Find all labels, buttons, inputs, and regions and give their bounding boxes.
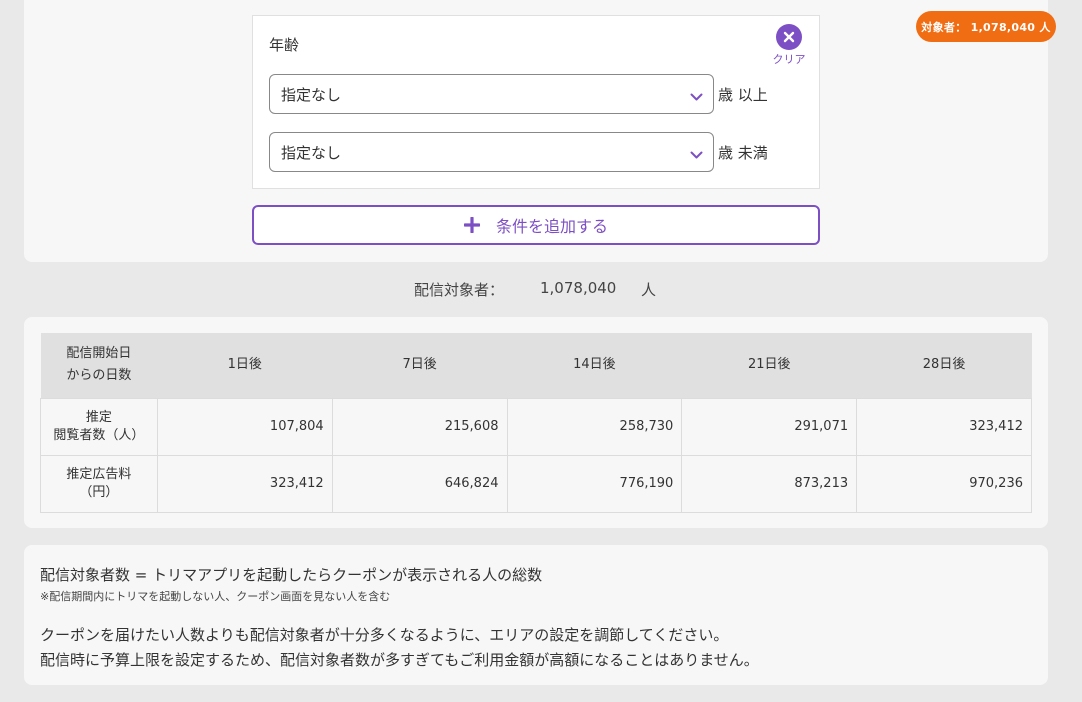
column-header: 14日後 bbox=[507, 333, 682, 398]
row-header: 推定 閲覧者数（人） bbox=[40, 397, 158, 456]
age-filter-panel: 年齢 クリア 指定なし 歳 以上 指定なし 歳 未満 bbox=[252, 15, 820, 189]
table-cell: 646,824 bbox=[331, 454, 508, 513]
table-corner-header: 配信開始日 からの日数 bbox=[40, 333, 158, 398]
table-cell: 776,190 bbox=[506, 454, 683, 513]
age-min-value: 指定なし bbox=[281, 85, 342, 104]
definition-text: 配信対象者数 = トリマアプリを起動したらクーポンが表示される人の総数 bbox=[40, 566, 543, 584]
clear-label: クリア bbox=[772, 53, 806, 66]
age-max-suffix: 歳 未満 bbox=[718, 144, 768, 162]
column-header: 21日後 bbox=[681, 333, 857, 398]
column-header: 7日後 bbox=[332, 333, 507, 398]
target-summary-unit: 人 bbox=[641, 281, 657, 299]
table-cell: 323,412 bbox=[856, 397, 1032, 456]
table-cell: 970,236 bbox=[856, 454, 1032, 513]
table-cell: 291,071 bbox=[681, 397, 858, 456]
age-min-suffix: 歳 以上 bbox=[718, 86, 768, 104]
chevron-down-icon bbox=[690, 146, 703, 164]
age-max-select[interactable]: 指定なし bbox=[269, 132, 714, 172]
advice-text: 配信時に予算上限を設定するため、配信対象者数が多すぎてもご利用金額が高額になるこ… bbox=[40, 651, 759, 669]
estimate-card: 配信開始日 からの日数 1日後 7日後 14日後 21日後 28日後 推定 閲覧… bbox=[24, 317, 1048, 528]
notes-card: 配信対象者数 = トリマアプリを起動したらクーポンが表示される人の総数 ※配信期… bbox=[24, 545, 1048, 685]
age-filter-title: 年齢 bbox=[269, 36, 300, 54]
footnote-text: ※配信期間内にトリマを起動しない人、クーポン画面を見ない人を含む bbox=[40, 590, 391, 603]
table-row: 推定広告料 （円） 323,412 646,824 776,190 873,21… bbox=[40, 454, 1032, 513]
clear-button[interactable]: クリア bbox=[769, 24, 809, 66]
plus-icon bbox=[463, 217, 480, 233]
table-cell: 873,213 bbox=[681, 454, 858, 513]
age-max-value: 指定なし bbox=[281, 143, 342, 162]
close-icon bbox=[776, 24, 802, 50]
add-condition-label: 条件を追加する bbox=[495, 217, 608, 236]
target-count-badge: 対象者： 1,078,040 人 bbox=[916, 11, 1056, 42]
table-cell: 258,730 bbox=[506, 397, 683, 456]
advice-text: クーポンを届けたい人数よりも配信対象者が十分多くなるように、エリアの設定を調節し… bbox=[40, 626, 729, 644]
column-header: 28日後 bbox=[856, 333, 1032, 398]
table-cell: 323,412 bbox=[156, 454, 333, 513]
column-header: 1日後 bbox=[157, 333, 333, 398]
age-min-select[interactable]: 指定なし bbox=[269, 74, 714, 114]
target-summary-value: 1,078,040 bbox=[540, 279, 617, 297]
add-condition-button[interactable]: 条件を追加する bbox=[252, 205, 820, 245]
estimate-table: 配信開始日 からの日数 1日後 7日後 14日後 21日後 28日後 推定 閲覧… bbox=[40, 333, 1032, 513]
chevron-down-icon bbox=[690, 88, 703, 106]
table-header-row: 配信開始日 からの日数 1日後 7日後 14日後 21日後 28日後 bbox=[40, 333, 1032, 398]
table-row: 推定 閲覧者数（人） 107,804 215,608 258,730 291,0… bbox=[40, 397, 1032, 456]
row-header: 推定広告料 （円） bbox=[40, 454, 158, 513]
table-cell: 107,804 bbox=[156, 397, 333, 456]
table-cell: 215,608 bbox=[331, 397, 508, 456]
target-summary-label: 配信対象者： bbox=[414, 281, 505, 299]
